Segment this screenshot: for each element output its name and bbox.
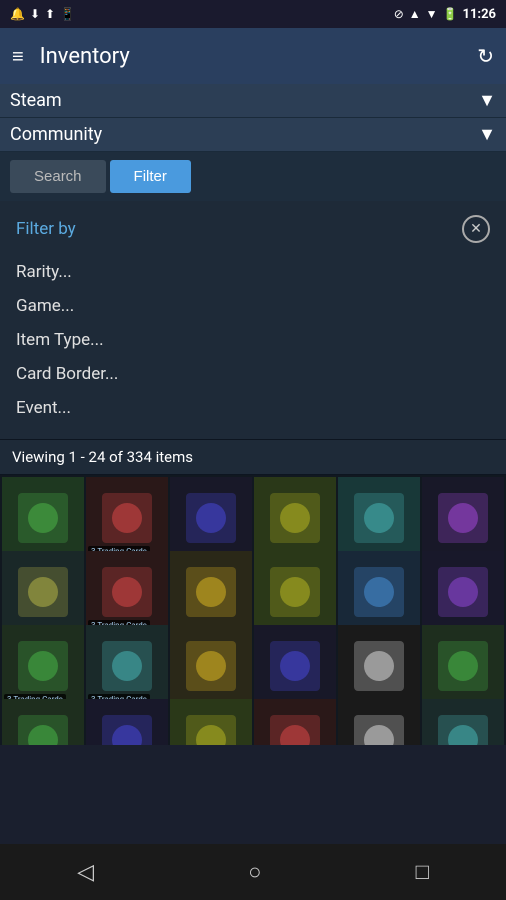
inventory-item[interactable]	[86, 699, 168, 745]
tab-row: Search Filter	[0, 152, 506, 201]
notification-icon: 🔔	[10, 7, 25, 21]
back-button[interactable]: ◁	[77, 860, 94, 885]
status-bar: 🔔 ⬇ ⬆ 📱 ⊘ ▲ ▼ 🔋 11:26	[0, 0, 506, 28]
status-icons-left: 🔔 ⬇ ⬆ 📱	[10, 7, 75, 21]
block-icon: ⊘	[394, 7, 404, 21]
filter-item[interactable]: Game...	[16, 289, 490, 323]
signal-icon: ▼	[426, 7, 438, 21]
filter-item[interactable]: Card Border...	[16, 357, 490, 391]
filter-panel: Filter by ✕ Rarity...Game...Item Type...…	[0, 201, 506, 440]
status-icons-right: ⊘ ▲ ▼ 🔋 11:26	[394, 7, 496, 22]
search-tab[interactable]: Search	[10, 160, 106, 193]
inventory-item[interactable]	[422, 477, 504, 559]
steam-dropdown-label: Steam	[10, 90, 62, 111]
page-title: Inventory	[40, 44, 462, 69]
status-time: 11:26	[463, 7, 497, 22]
filter-by-label: Filter by	[16, 219, 76, 239]
menu-button[interactable]: ≡	[12, 44, 24, 69]
filter-tab[interactable]: Filter	[110, 160, 191, 193]
refresh-button[interactable]: ↻	[477, 44, 494, 68]
inventory-item[interactable]	[338, 477, 420, 559]
inventory-item[interactable]	[338, 625, 420, 707]
inventory-item[interactable]: 3 Trading Cards	[86, 551, 168, 633]
inventory-item[interactable]	[170, 699, 252, 745]
top-bar: ≡ Inventory ↻	[0, 28, 506, 84]
community-dropdown-label: Community	[10, 124, 102, 145]
download-icon: ⬇	[30, 7, 40, 21]
steam-dropdown-arrow: ▼	[478, 90, 496, 111]
recent-button[interactable]: □	[416, 859, 429, 885]
community-dropdown-arrow: ▼	[478, 124, 496, 145]
inventory-item[interactable]	[338, 699, 420, 745]
filter-item[interactable]: Rarity...	[16, 255, 490, 289]
inventory-item[interactable]	[338, 551, 420, 633]
inventory-item[interactable]	[170, 477, 252, 559]
filter-item[interactable]: Event...	[16, 391, 490, 425]
home-button[interactable]: ○	[248, 859, 261, 885]
phone-icon: 📱	[60, 7, 75, 21]
inventory-grid: 3 Trading Cards3 Trading Cards3 Trading …	[0, 475, 506, 745]
bottom-nav: ◁ ○ □	[0, 844, 506, 900]
inventory-item[interactable]	[2, 477, 84, 559]
filter-close-button[interactable]: ✕	[462, 215, 490, 243]
inventory-item[interactable]	[170, 625, 252, 707]
wifi-icon: ▲	[409, 7, 421, 21]
inventory-item[interactable]	[170, 551, 252, 633]
viewing-count: Viewing 1 - 24 of 334 items	[0, 440, 506, 475]
inventory-item[interactable]: 3 Trading Cards	[86, 477, 168, 559]
steam-dropdown[interactable]: Steam ▼	[0, 84, 506, 118]
inventory-item[interactable]	[422, 551, 504, 633]
inventory-item[interactable]	[254, 699, 336, 745]
inventory-item[interactable]	[254, 477, 336, 559]
inventory-item[interactable]	[422, 699, 504, 745]
inventory-item[interactable]	[254, 625, 336, 707]
inventory-item[interactable]	[422, 625, 504, 707]
community-dropdown[interactable]: Community ▼	[0, 118, 506, 152]
inventory-item[interactable]	[2, 699, 84, 745]
inventory-item[interactable]	[254, 551, 336, 633]
filter-items-list: Rarity...Game...Item Type...Card Border.…	[16, 255, 490, 425]
upload-icon: ⬆	[45, 7, 55, 21]
battery-icon: 🔋	[443, 7, 458, 21]
inventory-item[interactable]	[2, 551, 84, 633]
inventory-item[interactable]: 3 Trading Cards	[2, 625, 84, 707]
inventory-item[interactable]: 3 Trading Cards	[86, 625, 168, 707]
filter-item[interactable]: Item Type...	[16, 323, 490, 357]
filter-header: Filter by ✕	[16, 215, 490, 243]
